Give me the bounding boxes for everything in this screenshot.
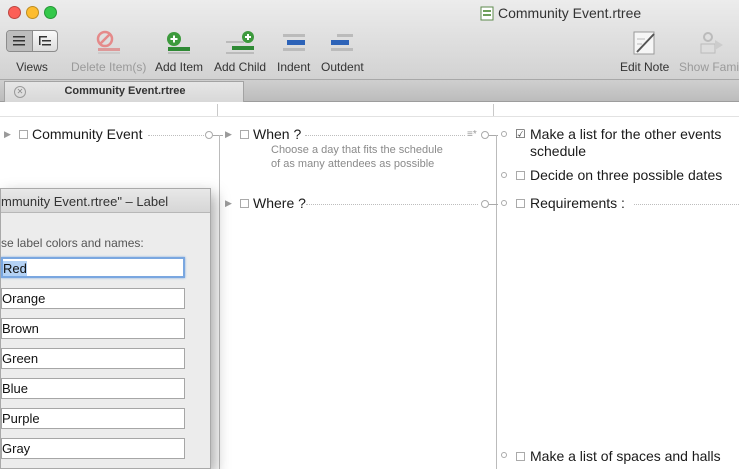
column-divider (493, 104, 494, 116)
label-name-field-green[interactable]: Green (1, 348, 185, 369)
node-checkbox[interactable] (19, 130, 28, 139)
node-checkbox[interactable] (240, 199, 249, 208)
collapse-triangle-icon[interactable]: ▶ (4, 129, 11, 140)
collapse-triangle-icon[interactable]: ▶ (225, 198, 232, 209)
list-view-icon[interactable] (7, 31, 33, 51)
label-name-field-brown[interactable]: Brown (1, 318, 185, 339)
label-name-field-orange[interactable]: Orange (1, 288, 185, 309)
window-toolbar: Community Event.rtree Views Delete Item(… (0, 0, 739, 80)
edit-note-label: Edit Note (620, 60, 670, 74)
connector-line (489, 204, 498, 205)
connector-dots (148, 135, 204, 136)
node-note-when: Choose a day that fits the schedule of a… (271, 144, 443, 170)
edit-note-icon (633, 31, 655, 55)
label-name-field-red[interactable]: Red (1, 257, 185, 278)
show-family-icon (700, 32, 724, 54)
minimize-window-button[interactable] (26, 6, 39, 19)
outdent-icon (331, 34, 354, 51)
close-window-button[interactable] (8, 6, 21, 19)
indent-label: Indent (277, 60, 311, 74)
connector-line (213, 135, 223, 136)
node-checkbox[interactable] (516, 199, 525, 208)
children-toggle-icon[interactable] (481, 131, 489, 139)
window-title: Community Event.rtree (480, 5, 641, 21)
panel-title: mmunity Event.rtree" – Label (1, 189, 210, 213)
add-child-button[interactable]: Add Child (214, 30, 266, 74)
add-item-icon (167, 32, 191, 54)
label-name-field-purple[interactable]: Purple (1, 408, 185, 429)
edit-note-button[interactable]: Edit Note (620, 30, 669, 74)
connector-line (219, 135, 220, 469)
label-settings-panel: mmunity Event.rtree" – Label se label co… (0, 188, 211, 469)
node-requirements[interactable]: Requirements : (530, 195, 625, 211)
children-toggle-icon[interactable] (205, 131, 213, 139)
views-control[interactable]: Views (6, 30, 58, 74)
node-checkbox[interactable] (516, 171, 525, 180)
panel-prompt: se label colors and names: (1, 236, 144, 250)
root-node-community-event[interactable]: Community Event (32, 126, 142, 142)
node-when[interactable]: When ? (253, 126, 301, 142)
add-item-label: Add Item (155, 60, 204, 74)
indent-icon (282, 34, 305, 51)
column-divider (217, 104, 218, 116)
tree-view-icon[interactable] (33, 31, 58, 51)
add-child-icon (226, 31, 255, 54)
outdent-button[interactable]: Outdent (321, 30, 364, 74)
note-indicator-icon: ≡* (467, 129, 477, 140)
tab-label: Community Event.rtree (64, 85, 186, 97)
show-family-button[interactable]: Show Famil (679, 30, 739, 74)
node-checkbox[interactable] (516, 452, 525, 461)
indent-button[interactable]: Indent (277, 30, 310, 74)
connector-dots (305, 135, 465, 136)
views-label: Views (16, 60, 48, 74)
node-decide-dates[interactable]: Decide on three possible dates (530, 167, 722, 183)
node-bullet-icon (501, 131, 507, 137)
collapse-triangle-icon[interactable]: ▶ (225, 129, 232, 140)
node-where[interactable]: Where ? (253, 195, 306, 211)
label-name-field-gray[interactable]: Gray (1, 438, 185, 459)
outdent-label: Outdent (321, 60, 364, 74)
add-child-label: Add Child (214, 60, 267, 74)
checked-checkbox-icon[interactable]: ☑ (515, 127, 526, 141)
delete-items-button[interactable]: Delete Item(s) (71, 30, 146, 74)
tab-community-event[interactable]: ✕ Community Event.rtree (4, 81, 244, 102)
node-checkbox[interactable] (240, 130, 249, 139)
show-family-label: Show Famil (679, 60, 739, 74)
delete-icon (96, 30, 120, 54)
node-spaces-halls[interactable]: Make a list of spaces and halls (530, 448, 721, 464)
node-bullet-icon (501, 452, 507, 458)
connector-dots (634, 204, 739, 205)
header-separator (0, 116, 739, 117)
node-bullet-icon (501, 172, 507, 178)
children-toggle-icon[interactable] (481, 200, 489, 208)
delete-items-label: Delete Item(s) (71, 60, 147, 74)
zoom-window-button[interactable] (44, 6, 57, 19)
connector-line (496, 135, 497, 469)
label-name-field-blue[interactable]: Blue (1, 378, 185, 399)
node-make-list-events[interactable]: Make a list for the other events schedul… (530, 126, 721, 160)
connector-dots (306, 204, 478, 205)
add-item-button[interactable]: Add Item (155, 30, 203, 74)
node-bullet-icon (501, 200, 507, 206)
document-icon (480, 6, 494, 20)
